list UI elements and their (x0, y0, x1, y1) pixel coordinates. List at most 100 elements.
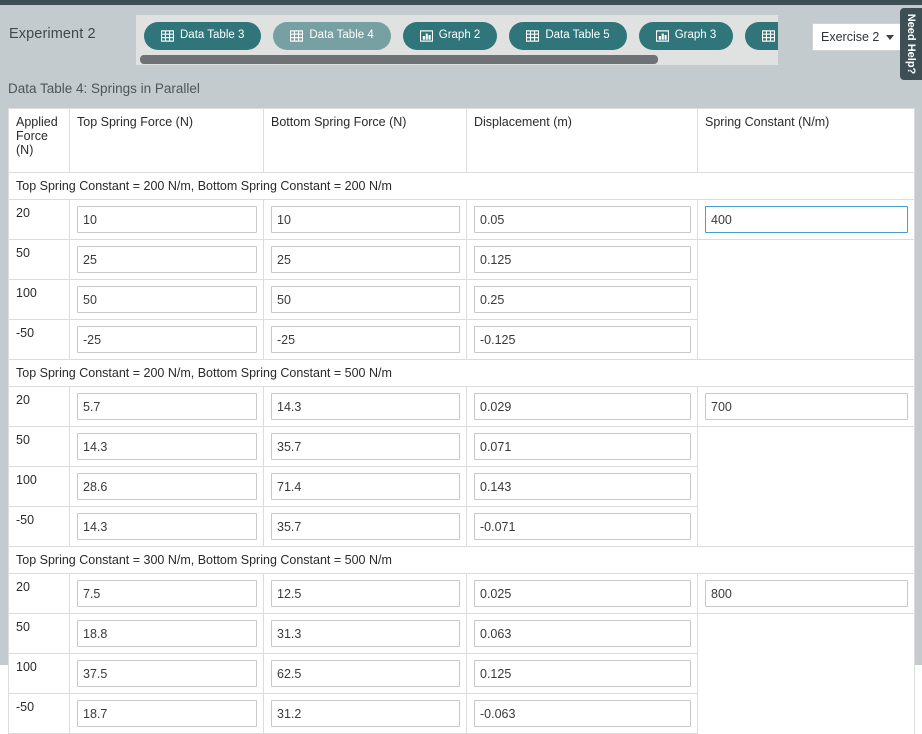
top-spring-force-input[interactable] (77, 473, 257, 500)
tab-graph-3[interactable]: Graph 3 (638, 22, 734, 50)
cell-bottom (263, 466, 467, 507)
displacement-input[interactable] (474, 246, 691, 273)
table-row: 100 (8, 279, 915, 320)
cell-spring-constant (697, 279, 915, 320)
cell-top (69, 239, 264, 280)
displacement-input[interactable] (474, 660, 691, 687)
spring-constant-input[interactable] (705, 393, 908, 420)
cell-displacement (466, 693, 698, 734)
cell-displacement (466, 199, 698, 240)
displacement-input[interactable] (474, 513, 691, 540)
top-spring-force-input[interactable] (77, 286, 257, 313)
bottom-spring-force-input[interactable] (271, 513, 460, 540)
cell-displacement (466, 386, 698, 427)
cell-bottom (263, 613, 467, 654)
chevron-down-icon (886, 34, 894, 40)
cell-applied-force: 20 (8, 386, 70, 427)
bottom-spring-force-input[interactable] (271, 660, 460, 687)
tab-data-table-5[interactable]: Data Table 5 (509, 22, 627, 50)
displacement-input[interactable] (474, 580, 691, 607)
bottom-spring-force-input[interactable] (271, 620, 460, 647)
cell-spring-constant (697, 386, 915, 427)
table-icon (762, 30, 776, 42)
cell-top (69, 506, 264, 547)
bottom-spring-force-input[interactable] (271, 206, 460, 233)
tab-label: Data Table 4 (309, 29, 374, 42)
bottom-spring-force-input[interactable] (271, 286, 460, 313)
cell-top (69, 693, 264, 734)
cell-spring-constant (697, 653, 915, 694)
displacement-input[interactable] (474, 393, 691, 420)
bottom-spring-force-input[interactable] (271, 580, 460, 607)
displacement-input[interactable] (474, 326, 691, 353)
table-row: 20 (8, 199, 915, 240)
tab-graph-2[interactable]: Graph 2 (402, 22, 498, 50)
table-icon (290, 30, 304, 42)
cell-bottom (263, 653, 467, 694)
page-left-margin (0, 70, 8, 665)
cell-displacement (466, 573, 698, 614)
experiment-header: Experiment 2 Data Table 3 Data Table 4 Gra… (0, 5, 922, 70)
cell-displacement (466, 319, 698, 360)
top-spring-force-input[interactable] (77, 660, 257, 687)
tab-data-table-4[interactable]: Data Table 4 (273, 22, 391, 50)
displacement-input[interactable] (474, 620, 691, 647)
cell-applied-force: -50 (8, 693, 70, 734)
top-spring-force-input[interactable] (77, 206, 257, 233)
table-row: -50 (8, 319, 915, 360)
chart-icon (655, 30, 669, 42)
cell-applied-force: 50 (8, 239, 70, 280)
cell-spring-constant (697, 426, 915, 467)
top-spring-force-input[interactable] (77, 393, 257, 420)
exercise-select[interactable]: Exercise 2 (812, 23, 901, 51)
chart-icon (419, 30, 433, 42)
cell-applied-force: 100 (8, 279, 70, 320)
top-spring-force-input[interactable] (77, 580, 257, 607)
bottom-spring-force-input[interactable] (271, 433, 460, 460)
cell-applied-force: 50 (8, 426, 70, 467)
cell-applied-force: 100 (8, 653, 70, 694)
cell-top (69, 319, 264, 360)
tab-data-table-3[interactable]: Data Table 3 (144, 22, 262, 50)
bottom-spring-force-input[interactable] (271, 393, 460, 420)
top-spring-force-input[interactable] (77, 513, 257, 540)
displacement-input[interactable] (474, 433, 691, 460)
section-heading-row: Top Spring Constant = 300 N/m, Bottom Sp… (8, 546, 915, 574)
displacement-input[interactable] (474, 700, 691, 727)
cell-applied-force: 100 (8, 466, 70, 507)
cell-applied-force: 20 (8, 573, 70, 614)
section-heading: Top Spring Constant = 300 N/m, Bottom Sp… (8, 546, 915, 574)
bottom-spring-force-input[interactable] (271, 473, 460, 500)
cell-top (69, 653, 264, 694)
top-spring-force-input[interactable] (77, 246, 257, 273)
spring-constant-input[interactable] (705, 206, 908, 233)
cell-bottom (263, 506, 467, 547)
tab-data-tab[interactable]: Data Tab (745, 22, 778, 50)
displacement-input[interactable] (474, 473, 691, 500)
table-row: 50 (8, 426, 915, 467)
displacement-input[interactable] (474, 286, 691, 313)
top-spring-force-input[interactable] (77, 620, 257, 647)
table-row: -50 (8, 693, 915, 734)
need-help-label: Need Help? (905, 13, 917, 75)
cell-top (69, 386, 264, 427)
need-help-tab[interactable]: Need Help? (900, 8, 922, 80)
bottom-spring-force-input[interactable] (271, 700, 460, 727)
section-heading: Top Spring Constant = 200 N/m, Bottom Sp… (8, 359, 915, 387)
table-header: Applied Force (N) Top Spring Force (N) B… (8, 108, 915, 173)
cell-applied-force: 20 (8, 199, 70, 240)
tab-scrollbar-thumb[interactable] (140, 55, 658, 64)
top-spring-force-input[interactable] (77, 326, 257, 353)
tab-strip: Data Table 3 Data Table 4 Graph 2 Data Tabl… (144, 22, 778, 50)
spring-constant-input[interactable] (705, 580, 908, 607)
column-header-spring-constant: Spring Constant (N/m) (697, 108, 915, 173)
tab-scroll-container[interactable]: Data Table 3 Data Table 4 Graph 2 Data Tabl… (136, 15, 778, 65)
bottom-spring-force-input[interactable] (271, 326, 460, 353)
top-spring-force-input[interactable] (77, 700, 257, 727)
bottom-spring-force-input[interactable] (271, 246, 460, 273)
displacement-input[interactable] (474, 206, 691, 233)
table-row: -50 (8, 506, 915, 547)
table-body: Top Spring Constant = 200 N/m, Bottom Sp… (8, 172, 915, 734)
top-spring-force-input[interactable] (77, 433, 257, 460)
cell-top (69, 573, 264, 614)
